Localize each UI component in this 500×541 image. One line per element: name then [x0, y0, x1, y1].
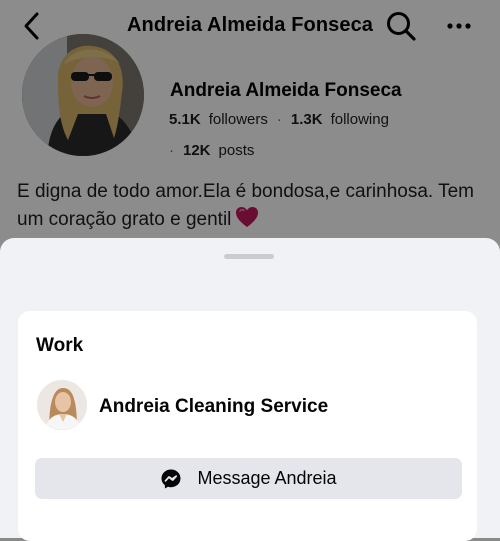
- message-button-label: Message Andreia: [197, 468, 337, 488]
- work-card: Work Andreia Cleaning Service Message An…: [18, 311, 477, 541]
- workplace-avatar[interactable]: [37, 380, 87, 430]
- messenger-icon: [161, 469, 181, 488]
- workplace-name[interactable]: Andreia Cleaning Service: [99, 396, 328, 418]
- sheet-drag-handle[interactable]: [224, 254, 274, 259]
- work-section-title: Work: [36, 335, 84, 356]
- message-button-content: Message Andreia: [35, 458, 462, 499]
- workplace-photo: [37, 380, 87, 430]
- bottom-sheet: Work Andreia Cleaning Service Message An…: [0, 238, 500, 541]
- message-button[interactable]: Message Andreia: [35, 458, 462, 499]
